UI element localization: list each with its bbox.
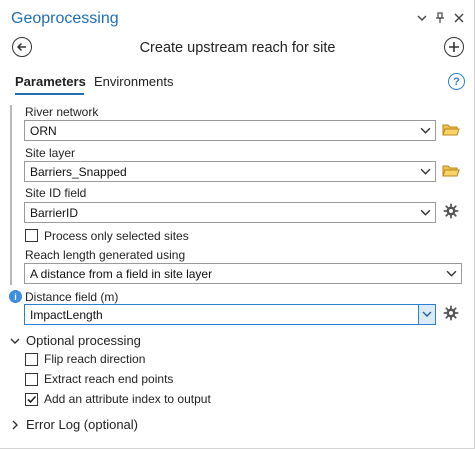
chevron-right-icon — [12, 420, 18, 429]
help-icon[interactable]: ? — [448, 73, 465, 90]
distance-field-value: ImpactLength — [30, 308, 103, 322]
distance-field-combo[interactable]: ImpactLength — [24, 304, 436, 325]
river-network-value: ORN — [30, 124, 57, 138]
error-log-header[interactable]: Error Log (optional) — [10, 417, 138, 432]
site-id-field-label: Site ID field — [25, 186, 87, 200]
flip-reach-label: Flip reach direction — [44, 352, 146, 366]
folder-icon[interactable] — [442, 163, 460, 179]
options-menu-icon[interactable] — [414, 9, 430, 27]
extract-end-points-checkbox[interactable] — [25, 373, 38, 386]
info-icon[interactable]: i — [9, 290, 22, 303]
attribute-index-label: Add an attribute index to output — [44, 392, 211, 406]
reach-length-label: Reach length generated using — [25, 248, 186, 262]
dropdown-button[interactable] — [418, 305, 435, 324]
tab-parameters[interactable]: Parameters — [15, 74, 86, 89]
chevron-down-icon — [420, 127, 431, 134]
distance-field-label: Distance field (m) — [25, 290, 119, 304]
checkmark-icon — [27, 395, 37, 404]
extract-end-points-label: Extract reach end points — [44, 372, 174, 386]
flip-reach-checkbox[interactable] — [25, 353, 38, 366]
process-selected-checkbox[interactable] — [25, 229, 38, 242]
reach-length-select[interactable]: A distance from a field in site layer — [24, 263, 462, 284]
plus-icon — [449, 42, 459, 52]
tab-environments[interactable]: Environments — [94, 74, 173, 89]
add-button[interactable] — [444, 37, 464, 57]
optional-processing-title: Optional processing — [26, 333, 141, 348]
site-layer-label: Site layer — [25, 146, 76, 160]
pane-title: Geoprocessing — [11, 10, 119, 27]
error-log-title: Error Log (optional) — [26, 417, 138, 432]
attribute-index-checkbox[interactable] — [25, 393, 38, 406]
process-selected-label: Process only selected sites — [44, 229, 189, 243]
chevron-down-icon — [10, 338, 20, 344]
required-params-bar — [10, 105, 12, 285]
pin-icon[interactable] — [432, 9, 448, 27]
gear-icon[interactable] — [442, 305, 460, 321]
optional-processing-header[interactable]: Optional processing — [10, 333, 141, 348]
chevron-down-icon — [420, 168, 431, 175]
site-id-field-value: BarrierID — [30, 206, 79, 220]
tab-active-indicator — [15, 93, 84, 95]
site-layer-value: Barriers_Snapped — [30, 165, 127, 179]
river-network-label: River network — [25, 105, 99, 119]
site-layer-combo[interactable]: Barriers_Snapped — [24, 161, 436, 182]
chevron-down-icon — [420, 209, 431, 216]
chevron-down-icon — [446, 270, 457, 277]
reach-length-value: A distance from a field in site layer — [30, 267, 213, 281]
chevron-down-icon — [422, 311, 432, 317]
site-id-field-combo[interactable]: BarrierID — [24, 202, 436, 223]
tool-title: Create upstream reach for site — [139, 40, 336, 56]
close-icon[interactable] — [451, 9, 467, 27]
river-network-combo[interactable]: ORN — [24, 120, 436, 141]
gear-icon[interactable] — [442, 203, 460, 219]
folder-icon[interactable] — [442, 122, 460, 138]
